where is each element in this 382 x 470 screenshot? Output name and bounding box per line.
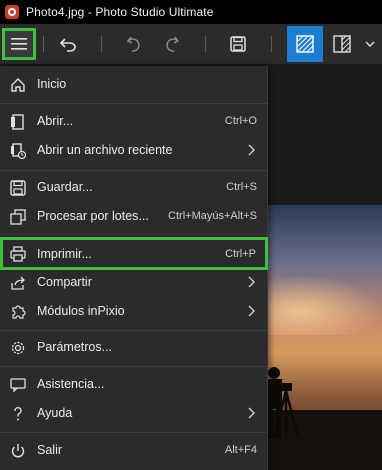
hamburger-icon (11, 38, 27, 50)
menu-item-shortcut: Ctrl+Mayús+Alt+S (168, 210, 257, 222)
menu-divider (0, 234, 268, 235)
batch-icon (9, 208, 27, 226)
menu-divider (0, 330, 268, 331)
menu-item-abrir-reciente[interactable]: Abrir un archivo reciente (0, 135, 268, 165)
menu-divider (0, 366, 268, 367)
menu-item-compartir[interactable]: Compartir (0, 267, 268, 297)
open-file-icon (9, 113, 27, 131)
share-icon (9, 274, 27, 292)
app-logo-icon (5, 5, 19, 19)
menu-divider (0, 170, 268, 171)
menu-item-label: Guardar... (37, 180, 93, 194)
chevron-right-icon (246, 304, 256, 318)
toolbar (0, 24, 382, 64)
menu-item-asistencia[interactable]: Asistencia... (0, 369, 268, 399)
chevron-down-icon (365, 41, 375, 47)
toolbar-separator (101, 36, 102, 52)
view-compare-button[interactable] (328, 30, 356, 58)
redo-button[interactable] (158, 30, 186, 58)
title-bar: Photo4.jpg - Photo Studio Ultimate (0, 0, 382, 24)
undo-button[interactable] (120, 30, 148, 58)
save-icon (9, 179, 27, 197)
menu-item-inicio[interactable]: Inicio (0, 69, 268, 99)
menu-item-label: Ayuda (37, 406, 73, 420)
menu-item-imprimir[interactable]: Imprimir... Ctrl+P (0, 237, 268, 270)
redo-icon (166, 36, 180, 52)
menu-item-guardar[interactable]: Guardar... Ctrl+S (0, 172, 268, 202)
menu-item-procesar-lotes[interactable]: Procesar por lotes... Ctrl+Mayús+Alt+S (0, 201, 268, 231)
menu-item-ayuda[interactable]: Ayuda (0, 398, 268, 428)
printer-icon (9, 245, 27, 263)
menu-button[interactable] (2, 28, 36, 60)
menu-item-label: Módulos inPixio (37, 304, 125, 318)
power-icon (9, 442, 27, 460)
toolbar-separator (205, 36, 206, 52)
home-icon (9, 76, 27, 94)
chat-icon (9, 376, 27, 394)
menu-item-abrir[interactable]: Abrir... Ctrl+O (0, 106, 268, 136)
chevron-right-icon (246, 143, 256, 157)
toolbar-separator (43, 36, 44, 52)
menu-item-label: Procesar por lotes... (37, 209, 149, 223)
menu-item-parametros[interactable]: Parámetros... (0, 332, 268, 362)
menu-item-shortcut: Ctrl+S (226, 181, 257, 193)
back-button[interactable] (54, 30, 82, 58)
menu-item-label: Salir (37, 443, 63, 457)
more-options-button[interactable] (360, 30, 380, 58)
menu-item-shortcut: Ctrl+O (224, 115, 257, 127)
menu-item-label: Compartir (37, 275, 92, 289)
view-single-button[interactable] (287, 26, 323, 62)
menu-item-label: Abrir un archivo reciente (37, 143, 173, 157)
undo-icon (126, 36, 140, 52)
photo-preview (266, 205, 382, 470)
menu-item-salir[interactable]: Salir Alt+F4 (0, 435, 268, 465)
gear-icon (9, 339, 27, 357)
menu-item-label: Parámetros... (37, 340, 113, 354)
menu-item-label: Inicio (37, 77, 67, 91)
puzzle-icon (9, 303, 27, 321)
menu-item-label: Abrir... (37, 114, 74, 128)
question-icon (9, 405, 27, 423)
file-menu: Inicio Abrir... Ctrl+O Abrir un archivo … (0, 66, 268, 470)
toolbar-separator (271, 36, 272, 52)
save-icon (230, 36, 246, 52)
chevron-right-icon (246, 275, 256, 289)
menu-divider (0, 432, 268, 433)
menu-item-shortcut: Ctrl+P (225, 247, 256, 260)
arrow-back-icon (59, 38, 76, 52)
window-title: Photo4.jpg - Photo Studio Ultimate (26, 5, 214, 19)
menu-item-shortcut: Alt+F4 (224, 444, 257, 456)
save-button[interactable] (224, 30, 252, 58)
menu-item-label: Imprimir... (37, 246, 92, 261)
tripod-silhouette (266, 367, 300, 439)
split-view-icon (333, 35, 351, 53)
menu-item-modulos[interactable]: Módulos inPixio (0, 296, 268, 326)
hatched-square-icon (296, 35, 314, 53)
menu-divider (0, 103, 268, 104)
recent-file-icon (9, 142, 27, 160)
chevron-right-icon (246, 406, 256, 420)
menu-item-label: Asistencia... (37, 377, 105, 391)
